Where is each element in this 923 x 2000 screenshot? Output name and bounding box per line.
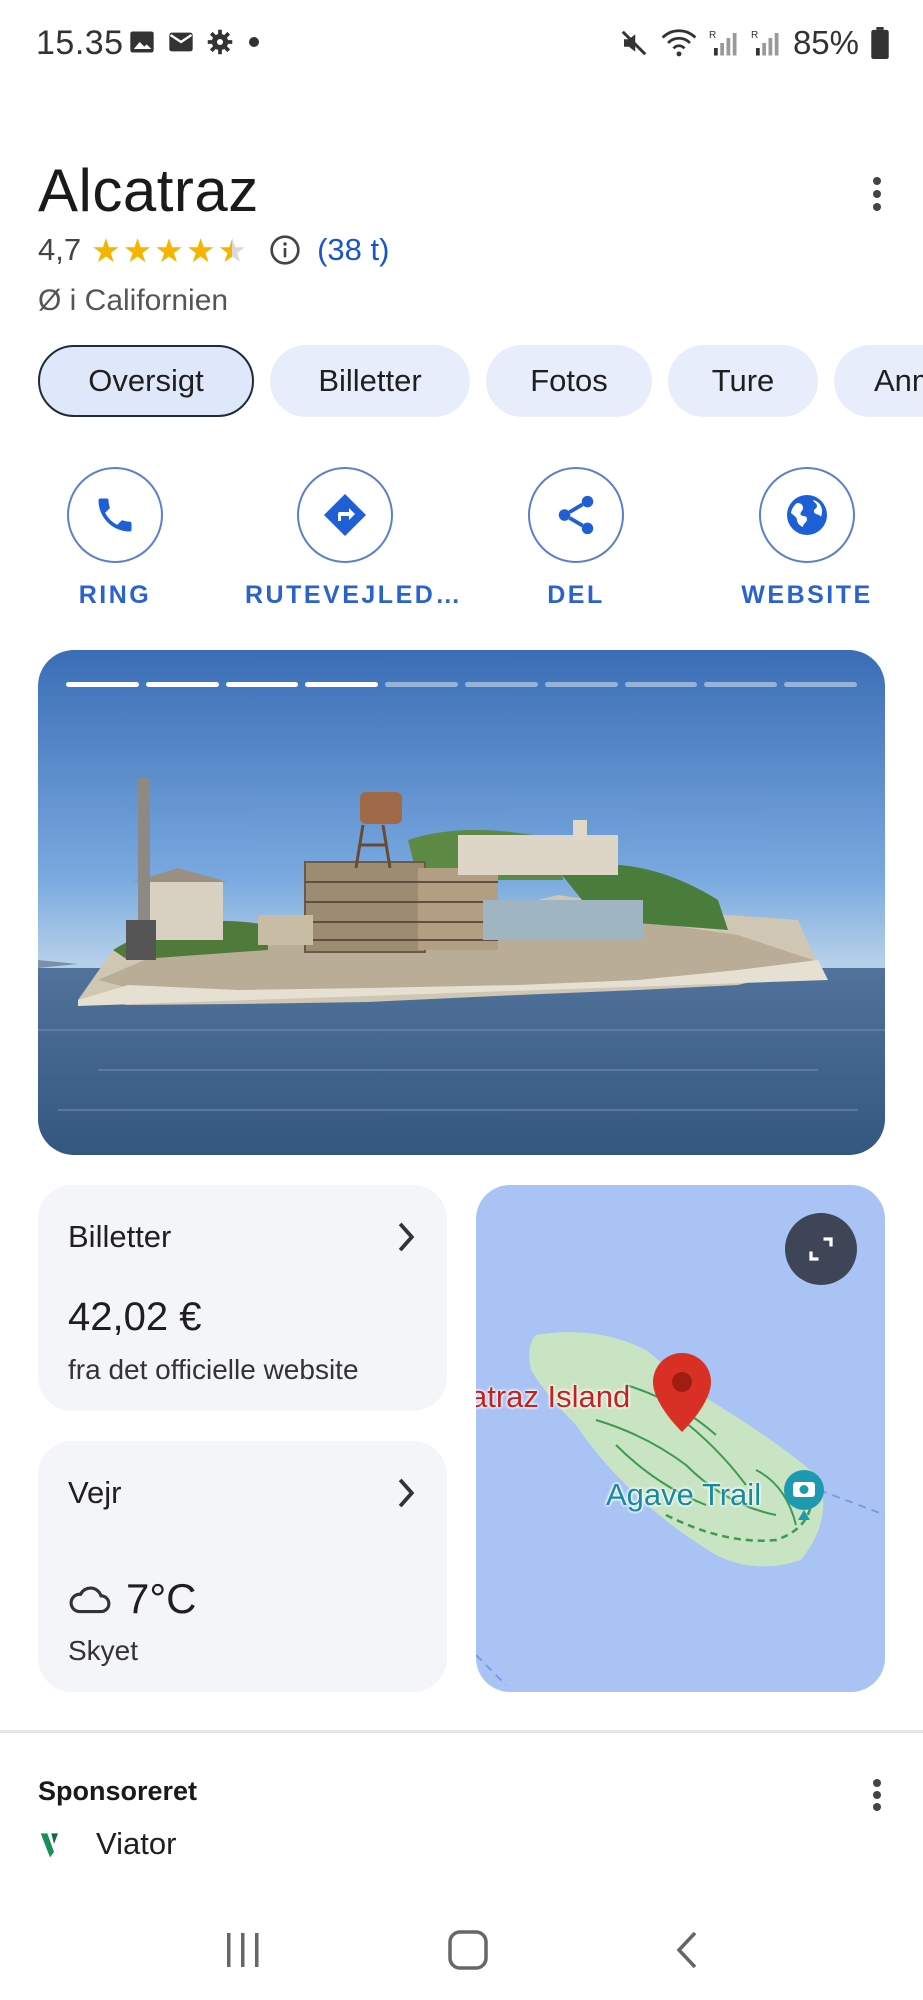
call-label: RING — [78, 581, 152, 609]
share-label: DEL — [547, 581, 605, 609]
carousel-segment — [305, 682, 379, 687]
ticket-source: fra det officielle website — [68, 1354, 359, 1385]
carousel-progress — [66, 682, 857, 687]
back-icon[interactable] — [673, 1930, 701, 1970]
tab-overview[interactable]: Oversigt — [38, 345, 254, 417]
tab-tickets[interactable]: Billetter — [270, 345, 470, 417]
status-notification-icons — [128, 28, 264, 56]
tab-chips: Oversigt Billetter Fotos Ture Anm — [38, 345, 923, 417]
expand-map-button[interactable] — [785, 1213, 857, 1285]
tab-photos[interactable]: Fotos — [486, 345, 652, 417]
map-label-trail: Agave Trail — [606, 1477, 762, 1512]
recent-apps-icon[interactable] — [223, 1931, 263, 1969]
website-label: WEBSITE — [741, 581, 873, 609]
directions-button[interactable]: RUTEVEJLED… — [245, 467, 463, 610]
website-button[interactable]: WEBSITE — [707, 467, 907, 610]
place-title: Alcatraz — [38, 157, 259, 224]
ticket-price: 42,02 € — [68, 1295, 202, 1339]
dot-notification-icon — [249, 37, 259, 47]
status-time: 15.35 — [36, 24, 124, 62]
more-options-button[interactable] — [871, 176, 883, 217]
system-navigation-bar — [0, 1900, 923, 2000]
carousel-segment — [385, 682, 458, 687]
call-circle — [67, 467, 163, 563]
carousel-segment — [66, 682, 139, 687]
svg-text:R: R — [751, 30, 758, 41]
tickets-card-title: Billetter — [68, 1219, 172, 1254]
rating-stars: ★ ★ ★ ★ ★ — [91, 234, 247, 267]
section-divider — [0, 1730, 923, 1733]
image-notification-icon — [130, 31, 154, 53]
map-preview[interactable]: atraz Island Agave Trail — [476, 1185, 885, 1692]
weather-card-title: Vejr — [68, 1475, 122, 1510]
share-icon — [558, 495, 594, 535]
share-button[interactable]: DEL — [476, 467, 676, 610]
battery-icon — [871, 27, 889, 59]
phone-icon — [98, 498, 132, 532]
directions-icon — [324, 494, 366, 536]
wifi-icon — [661, 29, 697, 57]
carousel-segment — [624, 682, 698, 687]
mute-icon — [621, 30, 647, 56]
temperature: 7°C — [126, 1575, 197, 1622]
rating-value: 4,7 — [38, 232, 82, 267]
cloud-icon — [69, 1586, 111, 1614]
globe-icon — [787, 495, 827, 535]
star-icon: ★ — [154, 231, 184, 269]
carousel-segment — [704, 682, 778, 687]
chevron-right-icon — [398, 1222, 415, 1252]
place-category: Ø i Californien — [38, 284, 229, 317]
sponsored-more-button[interactable] — [871, 1778, 883, 1817]
battery-percent: 85% — [792, 24, 859, 61]
star-icon: ★ — [185, 231, 216, 269]
weather-card[interactable]: Vejr 7°C Skyet — [38, 1441, 447, 1692]
sponsored-advertiser[interactable]: Viator — [38, 1826, 176, 1862]
signal-icon-1: R — [709, 30, 737, 56]
more-vert-icon — [873, 1779, 881, 1811]
signal-icon-2: R — [751, 30, 779, 56]
email-notification-icon — [169, 32, 193, 52]
star-icon: ★ — [91, 231, 121, 269]
sponsored-heading: Sponsoreret — [38, 1776, 198, 1806]
chevron-right-icon — [398, 1478, 415, 1508]
review-count-link[interactable]: (38 t) — [317, 232, 389, 268]
star-icon: ★ — [122, 231, 153, 269]
directions-label: RUTEVEJLED… — [245, 581, 463, 609]
share-circle — [528, 467, 624, 563]
carousel-segment — [784, 682, 857, 687]
map-label-island: atraz Island — [476, 1379, 631, 1414]
info-icon[interactable] — [269, 234, 301, 266]
directions-circle — [297, 467, 393, 563]
settings-notification-icon — [207, 29, 233, 55]
carousel-segment — [225, 682, 299, 687]
carousel-segment — [145, 682, 219, 687]
viator-logo-icon — [40, 1833, 58, 1858]
tickets-card[interactable]: Billetter 42,02 € fra det officielle web… — [38, 1185, 447, 1411]
carousel-segment — [544, 682, 618, 687]
rating-row[interactable]: 4,7 ★ ★ ★ ★ ★ (38 t) — [38, 232, 389, 268]
tab-reviews[interactable]: Anm — [834, 345, 923, 417]
call-button[interactable]: RING — [15, 467, 215, 610]
website-circle — [759, 467, 855, 563]
more-vert-icon — [873, 177, 881, 211]
expand-icon — [809, 1237, 833, 1261]
status-right: R R 85% — [619, 24, 889, 62]
svg-text:R: R — [709, 30, 716, 41]
weather-condition: Skyet — [68, 1635, 139, 1666]
home-icon[interactable] — [447, 1930, 488, 1970]
alcatraz-photo — [38, 650, 885, 1155]
carousel-segment — [464, 682, 538, 687]
hero-photo[interactable] — [38, 650, 885, 1155]
tab-tours[interactable]: Ture — [668, 345, 818, 417]
half-star-icon: ★ — [217, 231, 248, 269]
advertiser-name: Viator — [96, 1826, 177, 1861]
